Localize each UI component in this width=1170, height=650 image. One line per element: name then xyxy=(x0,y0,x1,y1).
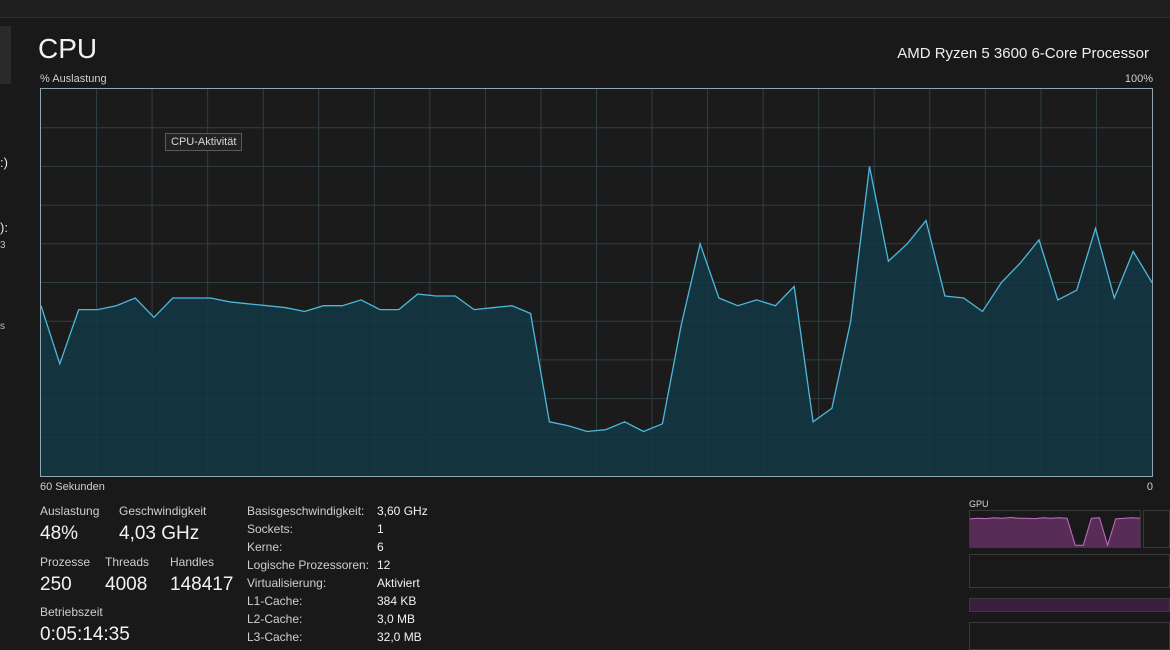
gpu-usage-chart-svg xyxy=(969,516,1141,547)
virtualization-value: Aktiviert xyxy=(377,576,420,590)
processes-value: 250 xyxy=(40,574,72,595)
sidebar-fragment-4: s xyxy=(0,321,5,332)
base-speed-label: Basisgeschwindigkeit: xyxy=(247,504,365,518)
cpu-activity-tooltip: CPU-Aktivität xyxy=(165,133,243,151)
threads-value: 4008 xyxy=(105,574,148,595)
speed-label: Geschwindigkeit xyxy=(119,504,207,518)
l2-cache-label: L2-Cache: xyxy=(247,612,303,626)
l1-cache-label: L1-Cache: xyxy=(247,594,303,608)
l1-cache-value: 384 KB xyxy=(377,594,417,608)
y-axis-label: % Auslastung xyxy=(40,73,107,85)
gpu-thumbnail-shared-graph xyxy=(969,598,1170,612)
handles-label: Handles xyxy=(170,555,215,569)
utilization-label: Auslastung xyxy=(40,504,100,518)
cores-label: Kerne: xyxy=(247,540,283,554)
sidebar-fragment-3: 3 xyxy=(0,240,6,251)
gpu-thumbnail-memory-graph xyxy=(969,554,1170,588)
window-top-bar xyxy=(0,0,1170,18)
sidebar-selected-item[interactable] xyxy=(0,26,11,84)
l3-cache-value: 32,0 MB xyxy=(377,630,422,644)
x-axis-right-label: 0 xyxy=(1146,481,1153,493)
gpu-thumbnail-title: GPU xyxy=(969,499,989,509)
gpu-thumbnail-copy-graph xyxy=(969,622,1170,650)
processes-label: Prozesse xyxy=(40,555,91,569)
virtualization-label: Virtualisierung: xyxy=(247,576,327,590)
sidebar-fragment-1[interactable]: :) xyxy=(0,155,8,170)
sockets-value: 1 xyxy=(377,522,384,536)
logical-processors-value: 12 xyxy=(377,558,391,572)
logical-processors-label: Logische Prozessoren: xyxy=(247,558,370,572)
base-speed-value: 3,60 GHz xyxy=(377,504,428,518)
page-title: CPU xyxy=(38,33,98,64)
l3-cache-label: L3-Cache: xyxy=(247,630,303,644)
x-axis-left-label: 60 Sekunden xyxy=(40,481,105,493)
l2-cache-value: 3,0 MB xyxy=(377,612,416,626)
handles-value: 148417 xyxy=(170,574,234,595)
cores-value: 6 xyxy=(377,540,384,554)
gpu-thumbnail-usage-graph xyxy=(969,510,1141,548)
sidebar-fragment-2[interactable]: ): xyxy=(0,220,8,235)
uptime-value: 0:05:14:35 xyxy=(40,624,130,645)
y-axis-max-label: 100% xyxy=(1124,73,1153,85)
uptime-label: Betriebszeit xyxy=(40,605,103,619)
processor-name: AMD Ryzen 5 3600 6-Core Processor xyxy=(897,45,1149,62)
utilization-value: 48% xyxy=(40,523,79,544)
gpu-thumbnail-side-graph xyxy=(1143,510,1170,548)
speed-value: 4,03 GHz xyxy=(119,523,200,544)
gpu-thumbnail-panel[interactable]: GPU xyxy=(965,496,1170,650)
threads-label: Threads xyxy=(105,555,150,569)
sockets-label: Sockets: xyxy=(247,522,294,536)
